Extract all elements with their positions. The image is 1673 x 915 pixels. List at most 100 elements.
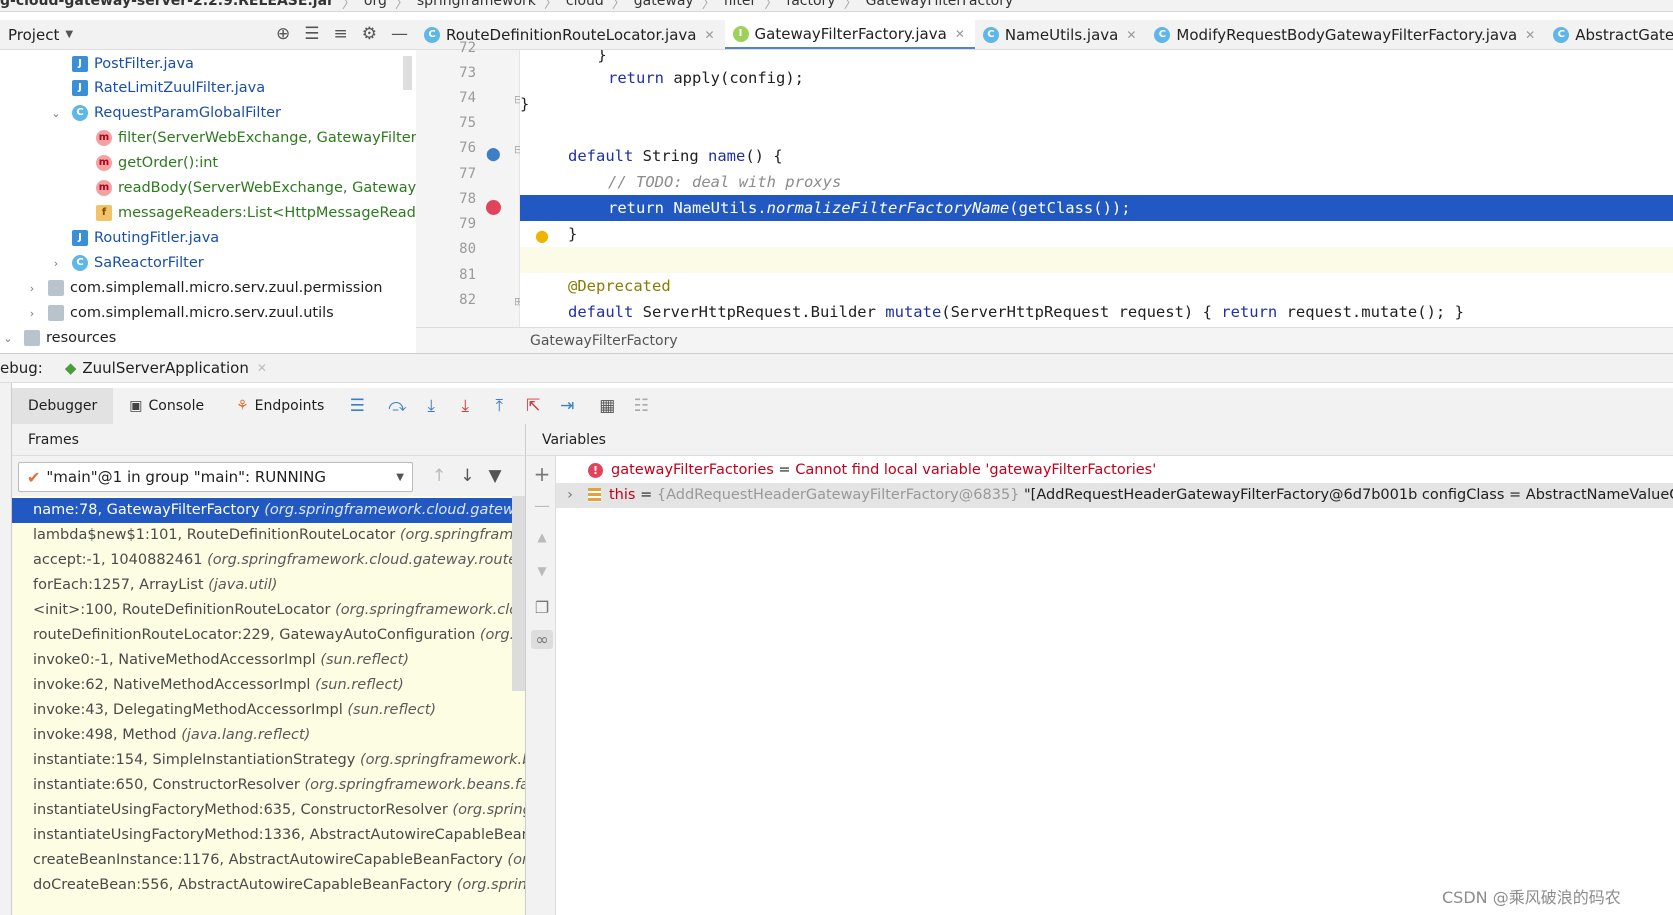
chevron-right-icon[interactable]: › xyxy=(556,483,584,508)
force-step-into-icon[interactable]: ⤓ xyxy=(448,396,482,416)
editor-tab[interactable]: C ModifyRequestBodyGatewayFilterFactory.… xyxy=(1146,20,1545,49)
frame-row[interactable]: <init>:100, RouteDefinitionRouteLocator … xyxy=(12,598,525,623)
tree-item[interactable]: m readBody(ServerWebExchange, GatewayFil… xyxy=(96,176,416,200)
code-line-current xyxy=(520,247,1673,273)
tree-item[interactable]: J PostFilter.java xyxy=(72,52,194,76)
breadcrumb-jar[interactable]: g-cloud-gateway-server-2.2.9.RELEASE.jar xyxy=(0,0,342,11)
close-icon[interactable]: ✕ xyxy=(1126,28,1136,42)
tree-item[interactable]: › com.simplemall.micro.serv.zuul.permiss… xyxy=(24,276,382,300)
locate-icon[interactable]: ⊕ xyxy=(276,24,290,44)
frame-row[interactable]: instantiate:154, SimpleInstantiationStra… xyxy=(12,748,525,773)
lightbulb-icon[interactable]: ● xyxy=(535,226,549,245)
breadcrumb-separator: 〉 xyxy=(341,0,356,12)
breadcrumb-filter[interactable]: filter xyxy=(716,0,765,11)
debug-session-tab[interactable]: ZuulServerApplication xyxy=(82,359,248,377)
class-icon: C xyxy=(1154,27,1171,43)
tree-item[interactable]: m getOrder():int xyxy=(96,151,218,175)
close-icon[interactable]: ✕ xyxy=(704,28,714,42)
chevron-right-icon[interactable]: › xyxy=(24,307,40,320)
trace-icon[interactable]: ☷ xyxy=(624,396,658,416)
breadcrumb-springframework[interactable]: springframework xyxy=(409,0,544,11)
frame-row[interactable]: invoke0:-1, NativeMethodAccessorImpl (su… xyxy=(12,648,525,673)
line-number: 72 xyxy=(459,40,476,56)
remove-watch-icon[interactable]: — xyxy=(531,496,553,515)
step-out-icon[interactable]: ⤒ xyxy=(482,396,516,416)
run-to-cursor-icon[interactable]: ⇥ xyxy=(550,396,584,416)
tree-item[interactable]: ⌄ resources xyxy=(0,326,116,350)
chevron-down-icon[interactable]: ⌄ xyxy=(0,332,16,345)
chevron-right-icon[interactable]: › xyxy=(48,257,64,270)
step-into-icon[interactable]: ⤓ xyxy=(414,396,448,416)
tree-item[interactable]: m filter(ServerWebExchange, GatewayFilte… xyxy=(96,126,416,150)
tree-scrollbar[interactable] xyxy=(403,56,412,90)
collapse-all-icon[interactable]: ≡ xyxy=(334,24,348,44)
frame-row[interactable]: invoke:62, NativeMethodAccessorImpl (sun… xyxy=(12,673,525,698)
close-icon[interactable]: ✕ xyxy=(1525,28,1535,42)
variable-row-error[interactable]: ! gatewayFilterFactories = Cannot find lo… xyxy=(556,458,1673,483)
gear-icon[interactable]: ⚙ xyxy=(362,24,377,44)
arrow-up-icon[interactable]: ↑ xyxy=(432,466,446,486)
editor-tab[interactable]: C AbstractGatewayFilterFactory. xyxy=(1545,20,1673,49)
breakpoint-icon[interactable] xyxy=(486,200,501,215)
spring-boot-icon: ◆ xyxy=(64,359,77,377)
tree-item[interactable]: › com.simplemall.micro.serv.zuul.utils xyxy=(24,301,334,325)
editor-tabs: C RouteDefinitionRouteLocator.java ✕ I G… xyxy=(416,20,1673,50)
tab-debugger[interactable]: Debugger xyxy=(12,388,114,424)
chevron-down-icon[interactable]: ⌄ xyxy=(48,107,64,120)
tree-item[interactable]: › C SaReactorFilter xyxy=(48,251,204,275)
breadcrumb-cloud[interactable]: cloud xyxy=(558,0,612,11)
arrow-down-icon[interactable]: ↓ xyxy=(460,466,474,486)
frame-row[interactable]: createBeanInstance:1176, AbstractAutowir… xyxy=(12,848,525,873)
project-panel-title[interactable]: Project xyxy=(0,26,59,44)
step-over-icon[interactable]: ⤼ xyxy=(380,396,414,416)
tree-item[interactable]: J RateLimitZuulFilter.java xyxy=(72,76,265,100)
tab-endpoints[interactable]: ⚘ Endpoints xyxy=(220,388,340,424)
tree-item[interactable]: J RoutingFitler.java xyxy=(72,226,219,250)
layout-icon[interactable]: ☰ xyxy=(340,396,374,416)
drop-frame-icon[interactable]: ⇱ xyxy=(516,396,550,416)
editor-tab-active[interactable]: I GatewayFilterFactory.java ✕ xyxy=(724,20,975,49)
frames-scrollbar[interactable] xyxy=(512,496,525,691)
chevron-right-icon[interactable]: › xyxy=(24,282,40,295)
frame-row[interactable]: accept:-1, 1040882461 (org.springframewo… xyxy=(12,548,525,573)
line-number: 75 xyxy=(459,115,476,131)
frame-row[interactable]: instantiate:650, ConstructorResolver (or… xyxy=(12,773,525,798)
editor-gutter[interactable]: 72 73 74 75 76 77 78 79 80 81 82 ⬤ ⊟ ⊟ ⊞ xyxy=(416,40,523,327)
add-watch-icon[interactable]: + xyxy=(531,462,553,486)
close-icon[interactable]: ✕ xyxy=(257,361,267,375)
frame-row[interactable]: routeDefinitionRouteLocator:229, Gateway… xyxy=(12,623,525,648)
thread-select[interactable]: ✔ "main"@1 in group "main": RUNNING ▼ xyxy=(18,462,413,492)
tree-item[interactable]: ⌄ C RequestParamGlobalFilter xyxy=(48,101,281,125)
frame-row[interactable]: instantiateUsingFactoryMethod:1336, Abst… xyxy=(12,823,525,848)
filter-icon[interactable]: ▼ xyxy=(489,466,502,486)
tab-console[interactable]: ▣ Console xyxy=(113,388,220,424)
editor-breadcrumb-footer[interactable]: GatewayFilterFactory xyxy=(416,327,1673,353)
frame-row[interactable]: forEach:1257, ArrayList (java.util) xyxy=(12,573,525,598)
copy-icon[interactable]: ❐ xyxy=(531,598,553,617)
implementation-marker-icon[interactable]: ⬤ xyxy=(486,147,501,162)
class-icon: C xyxy=(72,255,88,271)
editor-tab[interactable]: C NameUtils.java ✕ xyxy=(975,20,1147,49)
tree-item[interactable]: f messageReaders:List<HttpMessageReader<… xyxy=(96,201,416,225)
move-down-icon[interactable]: ▼ xyxy=(531,564,553,578)
chevron-down-icon[interactable]: ▼ xyxy=(65,29,73,40)
breadcrumb-org[interactable]: org xyxy=(356,0,395,11)
frame-row[interactable]: invoke:43, DelegatingMethodAccessorImpl … xyxy=(12,698,525,723)
breadcrumb-gateway[interactable]: gateway xyxy=(626,0,702,11)
tree-item-label: messageReaders:List<HttpMessageReader<? xyxy=(118,205,416,221)
evaluate-expression-icon[interactable]: ▦ xyxy=(590,396,624,416)
frame-row[interactable]: invoke:498, Method (java.lang.reflect) xyxy=(12,723,525,748)
variable-row[interactable]: › this = {AddRequestHeaderGatewayFilterFa… xyxy=(556,483,1673,508)
frame-row[interactable]: instantiateUsingFactoryMethod:635, Const… xyxy=(12,798,525,823)
frame-row[interactable]: doCreateBean:556, AbstractAutowireCapabl… xyxy=(12,873,525,898)
glasses-icon[interactable]: ∞ xyxy=(531,630,553,649)
move-up-icon[interactable]: ▲ xyxy=(531,530,553,544)
hide-icon[interactable]: — xyxy=(391,24,408,44)
expand-all-icon[interactable]: ☰ xyxy=(304,24,319,44)
frame-row[interactable]: lambda$new$1:101, RouteDefinitionRouteLo… xyxy=(12,523,525,548)
frame-row[interactable]: name:78, GatewayFilterFactory (org.sprin… xyxy=(12,498,525,523)
breadcrumb-factory[interactable]: factory xyxy=(778,0,843,11)
code-editor[interactable]: } return apply(config); } default String… xyxy=(520,50,1673,327)
breadcrumb-interface[interactable]: GatewayFilterFactory xyxy=(858,0,1022,11)
close-icon[interactable]: ✕ xyxy=(955,27,965,41)
